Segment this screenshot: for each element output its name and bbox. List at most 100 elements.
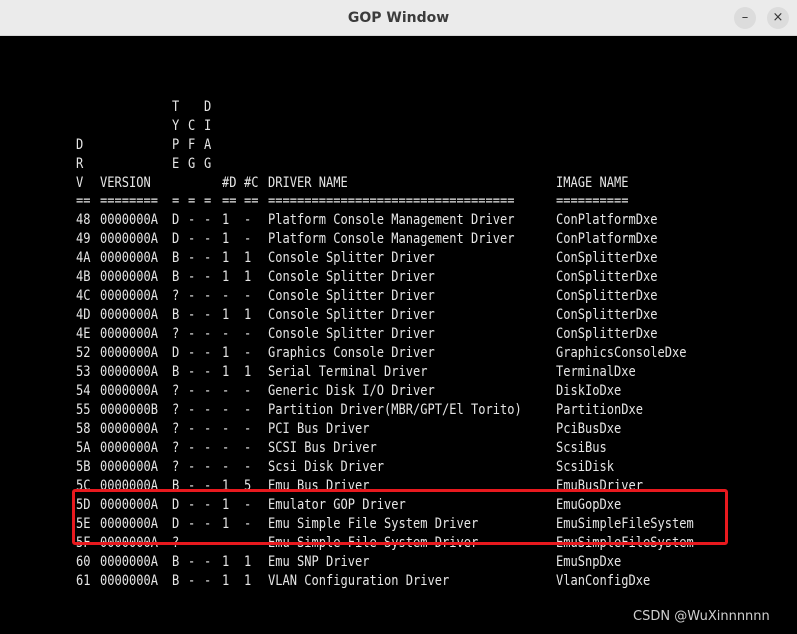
watermark: CSDN @WuXinnnnnn [633,609,770,624]
header-cfg-label: G [188,156,196,172]
image-name-cell: GraphicsConsoleDxe [556,345,687,361]
cfg-cell: - [188,212,196,228]
image-name-cell: ConPlatformDxe [556,231,658,247]
image-name-cell: ConPlatformDxe [556,212,658,228]
type-cell: B [172,554,180,570]
type-cell: B [172,307,180,323]
diag-cell: - [204,459,212,475]
version-cell: 0000000A [100,440,158,456]
drv-cell: 4B [76,269,91,285]
diag-cell: - [204,402,212,418]
drv-cell: 48 [76,212,91,228]
child-count-cell: - [244,421,252,437]
driver-name-cell: Console Splitter Driver [268,250,435,266]
version-cell: 0000000A [100,231,158,247]
version-cell: 0000000A [100,345,158,361]
version-cell: 0000000A [100,383,158,399]
driver-name-cell: SCSI Bus Driver [268,440,377,456]
diag-cell: - [204,307,212,323]
driver-count-cell: 1 [222,364,230,380]
header-drv-label: R [76,156,84,172]
header-separator: = [204,193,212,209]
version-cell: 0000000A [100,421,158,437]
type-cell: B [172,364,180,380]
driver-count-cell: - [222,288,230,304]
child-count-cell: - [244,212,252,228]
driver-name-cell: Platform Console Management Driver [268,212,515,228]
cfg-cell: - [188,421,196,437]
image-name-cell: ConSplitterDxe [556,307,658,323]
image-name-cell: ScsiBus [556,440,607,456]
diag-cell: - [204,326,212,342]
drv-cell: 53 [76,364,91,380]
window-titlebar[interactable]: GOP Window – × [0,0,797,36]
header-separator: == [76,193,91,209]
type-cell: B [172,573,180,589]
header-nc-label: #C [244,175,259,191]
cfg-cell: - [188,326,196,342]
driver-name-cell: Console Splitter Driver [268,288,435,304]
cfg-cell: - [188,383,196,399]
diag-cell: - [204,421,212,437]
drv-cell: 60 [76,554,91,570]
close-icon: × [772,10,784,25]
driver-name-cell: Graphics Console Driver [268,345,435,361]
driver-count-cell: 1 [222,231,230,247]
diag-cell: - [204,364,212,380]
driver-count-cell: 1 [222,269,230,285]
header-type-label: E [172,156,180,172]
minimize-icon: – [741,10,749,25]
version-cell: 0000000A [100,573,158,589]
type-cell: ? [172,459,180,475]
child-count-cell: - [244,402,252,418]
drv-cell: 58 [76,421,91,437]
header-type-label: T [172,99,180,115]
driver-name-cell: PCI Bus Driver [268,421,370,437]
child-count-cell: 1 [244,554,252,570]
minimize-button[interactable]: – [734,7,756,29]
image-name-cell: VlanConfigDxe [556,573,651,589]
drv-cell: 4D [76,307,91,323]
driver-name-cell: Emu SNP Driver [268,554,370,570]
image-name-cell: ConSplitterDxe [556,326,658,342]
driver-count-cell: 1 [222,573,230,589]
child-count-cell: 1 [244,573,252,589]
child-count-cell: 1 [244,250,252,266]
header-name-label: DRIVER NAME [268,175,348,191]
header-diag-label: D [204,99,212,115]
image-name-cell: ConSplitterDxe [556,269,658,285]
drv-cell: 55 [76,402,91,418]
drv-cell: 4E [76,326,91,342]
header-cfg-label: C [188,118,196,134]
driver-count-cell: 1 [222,554,230,570]
drv-cell: 61 [76,573,91,589]
highlight-box [72,489,728,545]
child-count-cell: - [244,231,252,247]
drv-cell: 5A [76,440,91,456]
header-separator: ========== [556,193,629,209]
close-button[interactable]: × [767,7,789,29]
child-count-cell: - [244,459,252,475]
child-count-cell: - [244,326,252,342]
image-name-cell: PciBusDxe [556,421,622,437]
cfg-cell: - [188,345,196,361]
driver-name-cell: Console Splitter Driver [268,269,435,285]
driver-count-cell: - [222,326,230,342]
version-cell: 0000000A [100,269,158,285]
drv-cell: 4C [76,288,91,304]
cfg-cell: - [188,364,196,380]
drv-cell: 54 [76,383,91,399]
driver-count-cell: - [222,440,230,456]
child-count-cell: 1 [244,307,252,323]
type-cell: ? [172,383,180,399]
driver-count-cell: - [222,383,230,399]
driver-name-cell: Console Splitter Driver [268,326,435,342]
driver-name-cell: Console Splitter Driver [268,307,435,323]
header-drv-label: D [76,137,84,153]
drv-cell: 5B [76,459,91,475]
type-cell: D [172,345,180,361]
image-name-cell: ScsiDisk [556,459,614,475]
header-separator: ================================== [268,193,515,209]
type-cell: ? [172,326,180,342]
type-cell: D [172,212,180,228]
